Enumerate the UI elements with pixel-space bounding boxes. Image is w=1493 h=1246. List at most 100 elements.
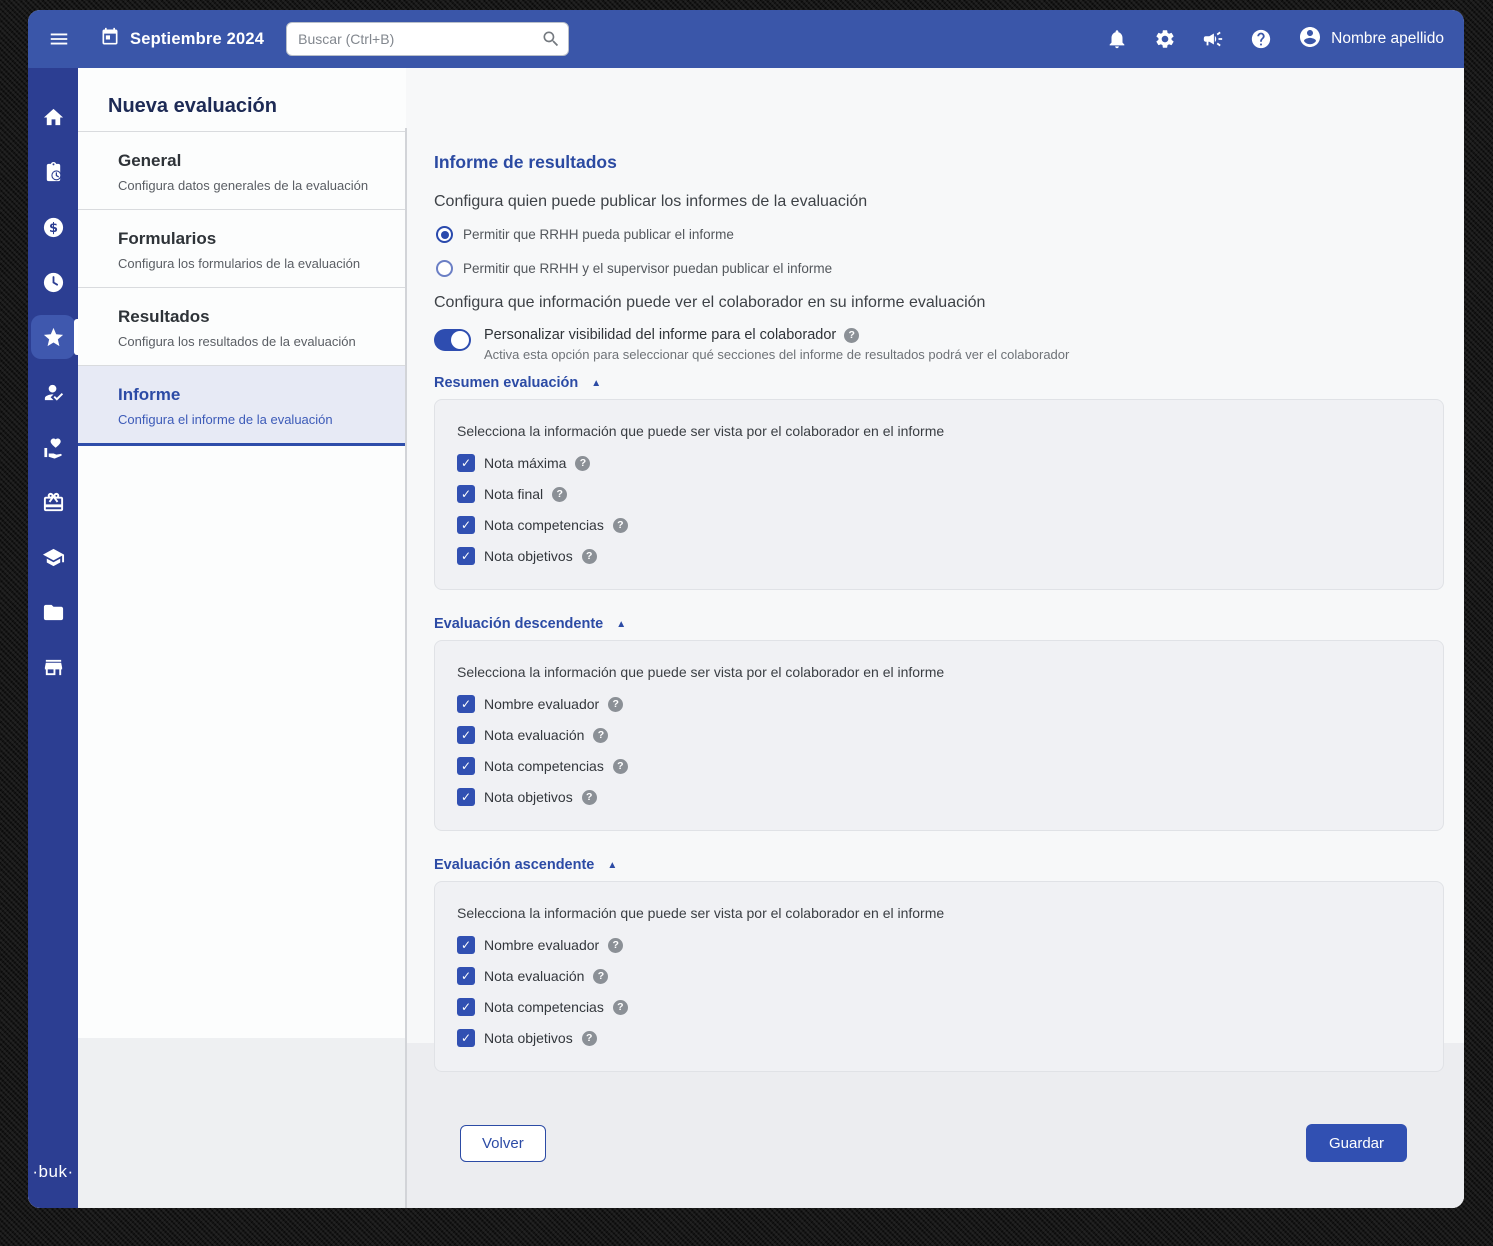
section-box-resumen: Selecciona la información que puede ser …: [434, 399, 1444, 590]
checkbox-checked[interactable]: [457, 757, 475, 775]
help-tooltip-icon[interactable]: [613, 518, 628, 533]
checkbox-row[interactable]: Nombre evaluador: [457, 695, 1419, 713]
main-content: Informe de resultados Configura quien pu…: [406, 68, 1464, 1208]
step-subtitle: Configura los formularios de la evaluaci…: [118, 256, 382, 271]
checkbox-checked[interactable]: [457, 485, 475, 503]
box-intro: Selecciona la información que puede ser …: [457, 423, 1419, 439]
help-tooltip-icon[interactable]: [582, 790, 597, 805]
sidebar-item-money-icon[interactable]: $: [31, 205, 75, 249]
hamburger-menu-icon[interactable]: [48, 28, 70, 50]
help-circle-icon[interactable]: [1250, 28, 1272, 50]
checkbox-row[interactable]: Nombre evaluador: [457, 936, 1419, 954]
help-tooltip-icon[interactable]: [613, 759, 628, 774]
publish-question: Configura quien puede publicar los infor…: [434, 193, 1444, 211]
buk-logo: ·buk·: [32, 1162, 73, 1182]
checkbox-row[interactable]: Nota final: [457, 485, 1419, 503]
sidebar-item-folder-icon[interactable]: [31, 590, 75, 634]
collapse-caret-icon[interactable]: [607, 860, 617, 871]
notifications-bell-icon[interactable]: [1106, 28, 1128, 50]
help-tooltip-icon[interactable]: [575, 456, 590, 471]
step-informe[interactable]: Informe Configura el informe de la evalu…: [78, 366, 406, 446]
user-avatar-icon: [1298, 25, 1322, 54]
calendar-icon: [100, 27, 120, 52]
section-title-ascendente: Evaluación ascendente: [434, 857, 594, 873]
sidebar: $ ·: [28, 68, 78, 1208]
help-tooltip-icon[interactable]: [593, 969, 608, 984]
collapse-caret-icon[interactable]: [591, 378, 601, 389]
help-tooltip-icon[interactable]: [582, 1031, 597, 1046]
sidebar-item-clock-icon[interactable]: [31, 260, 75, 304]
collapse-caret-icon[interactable]: [616, 619, 626, 630]
sidebar-item-home-icon[interactable]: [31, 95, 75, 139]
checkbox-checked[interactable]: [457, 516, 475, 534]
checkbox-checked[interactable]: [457, 547, 475, 565]
section-title-descendente: Evaluación descendente: [434, 616, 603, 632]
save-button[interactable]: Guardar: [1306, 1124, 1407, 1162]
period-selector[interactable]: Septiembre 2024: [100, 27, 264, 52]
panel-divider: [405, 128, 407, 1208]
step-title: Informe: [118, 385, 382, 405]
sidebar-item-star-icon[interactable]: [31, 315, 75, 359]
checkbox-row[interactable]: Nota objetivos: [457, 788, 1419, 806]
announcements-megaphone-icon[interactable]: [1202, 28, 1224, 50]
page-title: Nueva evaluación: [78, 68, 406, 131]
steps-panel: Nueva evaluación General Configura datos…: [78, 68, 406, 1208]
checkbox-checked[interactable]: [457, 726, 475, 744]
checkbox-checked[interactable]: [457, 967, 475, 985]
sidebar-item-store-icon[interactable]: [31, 645, 75, 689]
section-title-resumen: Resumen evaluación: [434, 375, 578, 391]
checkbox-row[interactable]: Nota evaluación: [457, 726, 1419, 744]
help-tooltip-icon[interactable]: [593, 728, 608, 743]
section-heading: Informe de resultados: [434, 152, 1444, 173]
help-tooltip-icon[interactable]: [582, 549, 597, 564]
settings-gear-icon[interactable]: [1154, 28, 1176, 50]
visibility-toggle-on[interactable]: [434, 329, 471, 351]
checkbox-row[interactable]: Nota competencias: [457, 757, 1419, 775]
user-name: Nombre apellido: [1331, 30, 1444, 48]
sidebar-item-person-check-icon[interactable]: [31, 370, 75, 414]
checkbox-row[interactable]: Nota máxima: [457, 454, 1419, 472]
checkbox-checked[interactable]: [457, 936, 475, 954]
sidebar-item-hand-heart-icon[interactable]: [31, 425, 75, 469]
checkbox-checked[interactable]: [457, 1029, 475, 1047]
period-label: Septiembre 2024: [130, 30, 264, 49]
checkbox-row[interactable]: Nota competencias: [457, 516, 1419, 534]
sidebar-item-clipboard-clock-icon[interactable]: [31, 150, 75, 194]
checkbox-checked[interactable]: [457, 998, 475, 1016]
topbar-actions: Nombre apellido: [1080, 25, 1444, 54]
help-tooltip-icon[interactable]: [608, 697, 623, 712]
step-general[interactable]: General Configura datos generales de la …: [78, 132, 406, 210]
section-box-ascendente: Selecciona la información que puede ser …: [434, 881, 1444, 1072]
radio-selected[interactable]: [436, 226, 453, 243]
step-resultados[interactable]: Resultados Configura los resultados de l…: [78, 288, 406, 366]
checkbox-row[interactable]: Nota objetivos: [457, 1029, 1419, 1047]
sidebar-item-graduation-cap-icon[interactable]: [31, 535, 75, 579]
search-icon: [541, 29, 561, 49]
radio-option-rrhh[interactable]: Permitir que RRHH pueda publicar el info…: [434, 226, 1444, 243]
help-tooltip-icon[interactable]: [608, 938, 623, 953]
checkbox-checked[interactable]: [457, 788, 475, 806]
toggle-description: Activa esta opción para seleccionar qué …: [484, 347, 1069, 362]
checkbox-row[interactable]: Nota competencias: [457, 998, 1419, 1016]
box-intro: Selecciona la información que puede ser …: [457, 905, 1419, 921]
back-button[interactable]: Volver: [460, 1125, 546, 1162]
sidebar-item-gift-icon[interactable]: [31, 480, 75, 524]
checkbox-row[interactable]: Nota objetivos: [457, 547, 1419, 565]
global-search: [286, 22, 569, 56]
topbar: Septiembre 2024 Nombre apellid: [28, 10, 1464, 68]
step-formularios[interactable]: Formularios Configura los formularios de…: [78, 210, 406, 288]
radio-option-rrhh-supervisor[interactable]: Permitir que RRHH y el supervisor puedan…: [434, 260, 1444, 277]
help-tooltip-icon[interactable]: [844, 328, 859, 343]
user-menu[interactable]: Nombre apellido: [1298, 25, 1444, 54]
checkbox-checked[interactable]: [457, 454, 475, 472]
help-tooltip-icon[interactable]: [552, 487, 567, 502]
footer-actions: Volver Guardar: [434, 1124, 1444, 1162]
search-input[interactable]: [286, 22, 569, 56]
checkbox-checked[interactable]: [457, 695, 475, 713]
radio-label: Permitir que RRHH pueda publicar el info…: [463, 227, 734, 242]
help-tooltip-icon[interactable]: [613, 1000, 628, 1015]
radio-unselected[interactable]: [436, 260, 453, 277]
step-subtitle: Configura datos generales de la evaluaci…: [118, 178, 382, 193]
step-title: Resultados: [118, 307, 382, 327]
checkbox-row[interactable]: Nota evaluación: [457, 967, 1419, 985]
